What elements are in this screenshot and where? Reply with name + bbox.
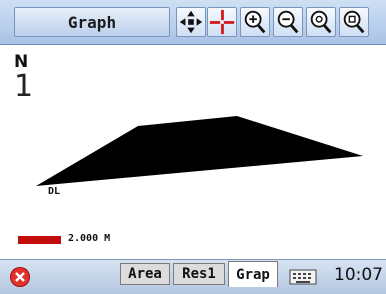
crosshair-icon — [209, 9, 235, 35]
zoom-in-button[interactable] — [240, 7, 270, 37]
scale-label: 2.000 M — [68, 233, 111, 244]
pan-icon — [179, 10, 203, 34]
tab-results[interactable]: Res1 — [173, 263, 225, 285]
close-icon — [15, 272, 25, 282]
north-indicator-value: 1 — [14, 69, 34, 104]
plotted-shape — [36, 116, 363, 186]
clock: 10:07 — [334, 265, 383, 285]
page-title: Graph — [14, 7, 170, 37]
pan-tool-button[interactable] — [176, 7, 206, 37]
zoom-window-icon — [343, 10, 365, 34]
graph-canvas[interactable] — [0, 45, 386, 259]
crosshair-tool-button[interactable] — [207, 7, 237, 37]
zoom-in-icon — [244, 10, 266, 34]
zoom-out-icon — [277, 10, 299, 34]
zoom-extents-button[interactable] — [306, 7, 336, 37]
graph-drawing — [36, 116, 363, 186]
zoom-extents-icon — [310, 10, 332, 34]
keyboard-icon[interactable] — [288, 265, 318, 287]
tab-area[interactable]: Area — [120, 263, 170, 285]
tab-graph[interactable]: Grap — [228, 261, 278, 287]
scale-bar — [18, 236, 61, 244]
zoom-out-button[interactable] — [273, 7, 303, 37]
zoom-window-button[interactable] — [339, 7, 369, 37]
shape-label: DL — [48, 186, 61, 197]
close-button[interactable] — [10, 267, 30, 287]
